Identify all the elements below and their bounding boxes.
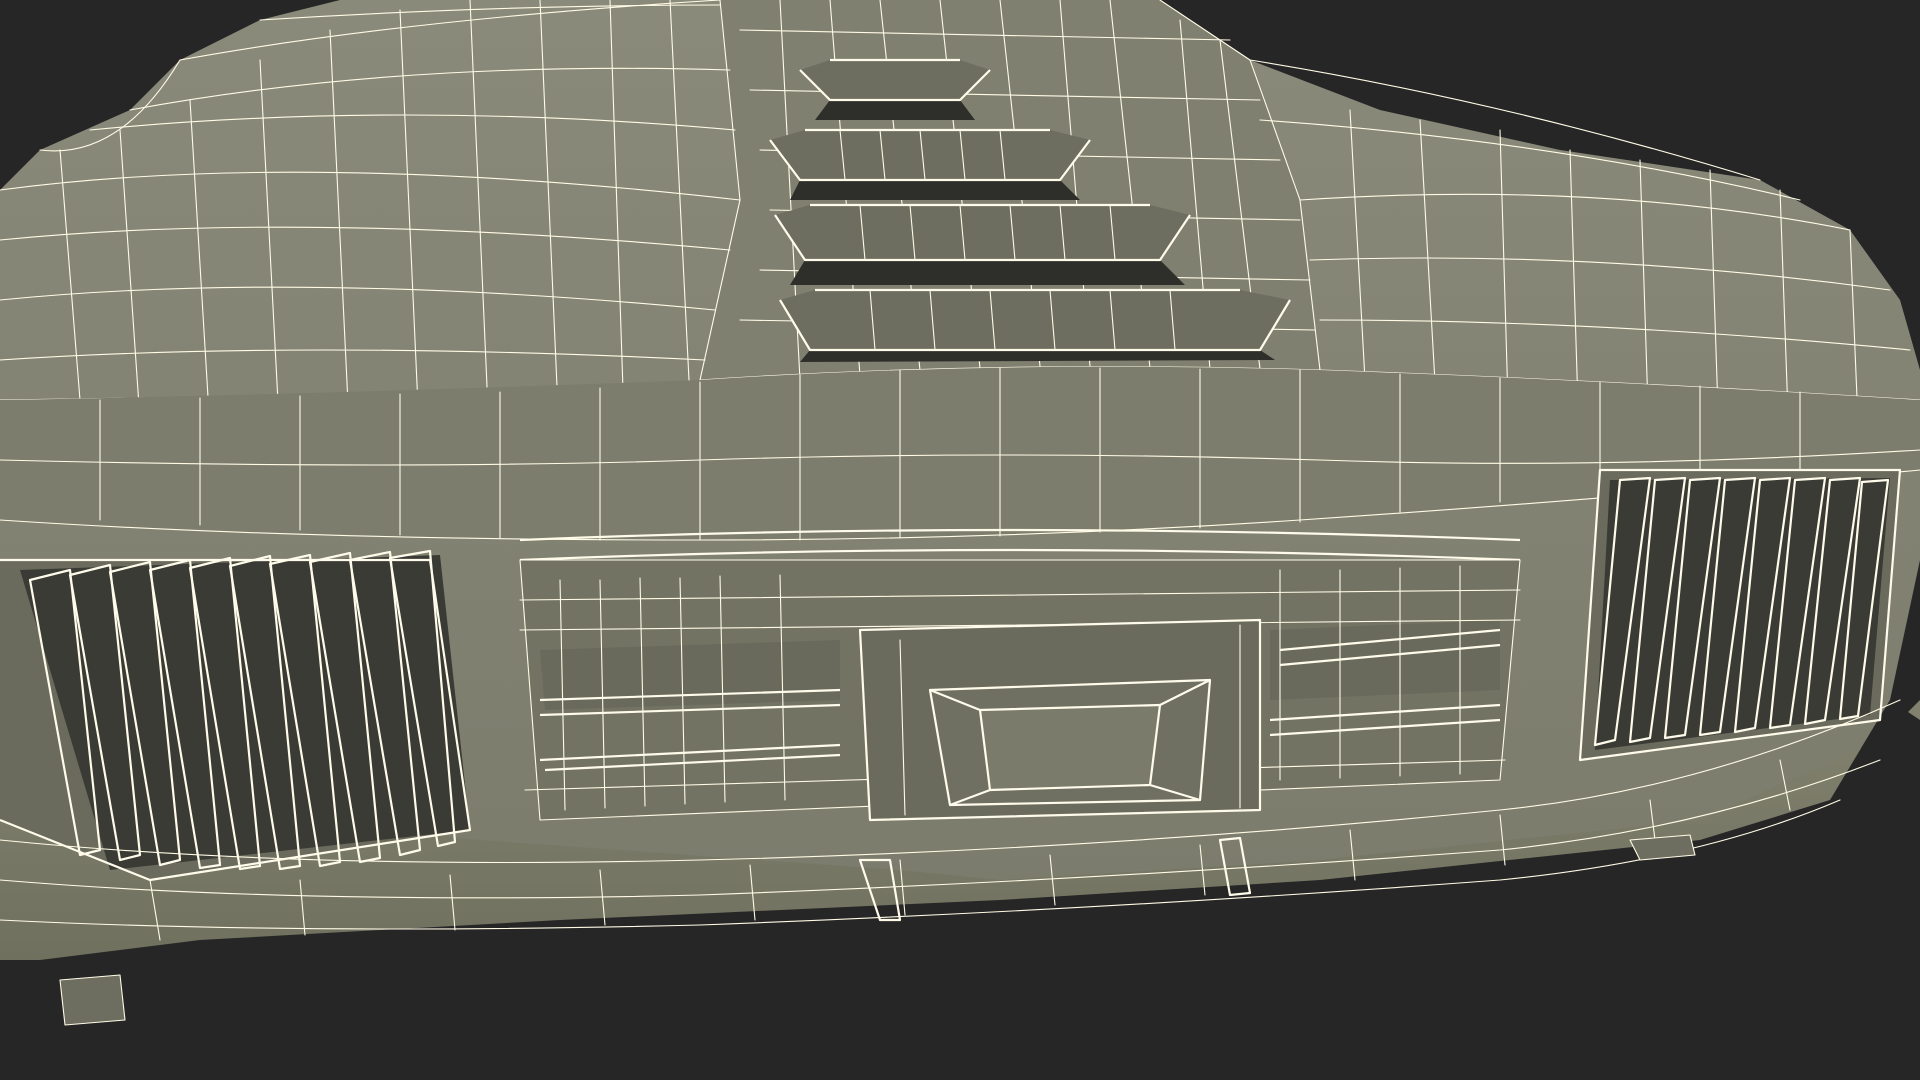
right-tail-vent	[1578, 468, 1902, 762]
license-plate-recess	[858, 618, 1262, 822]
3d-render-canvas	[0, 0, 1920, 1080]
louver-3	[774, 203, 1191, 285]
left-tail-vent	[0, 549, 472, 882]
louver-1	[799, 58, 991, 120]
render-viewport[interactable]	[0, 0, 1920, 1080]
louver-2	[769, 128, 1091, 200]
louver-4	[779, 288, 1291, 362]
